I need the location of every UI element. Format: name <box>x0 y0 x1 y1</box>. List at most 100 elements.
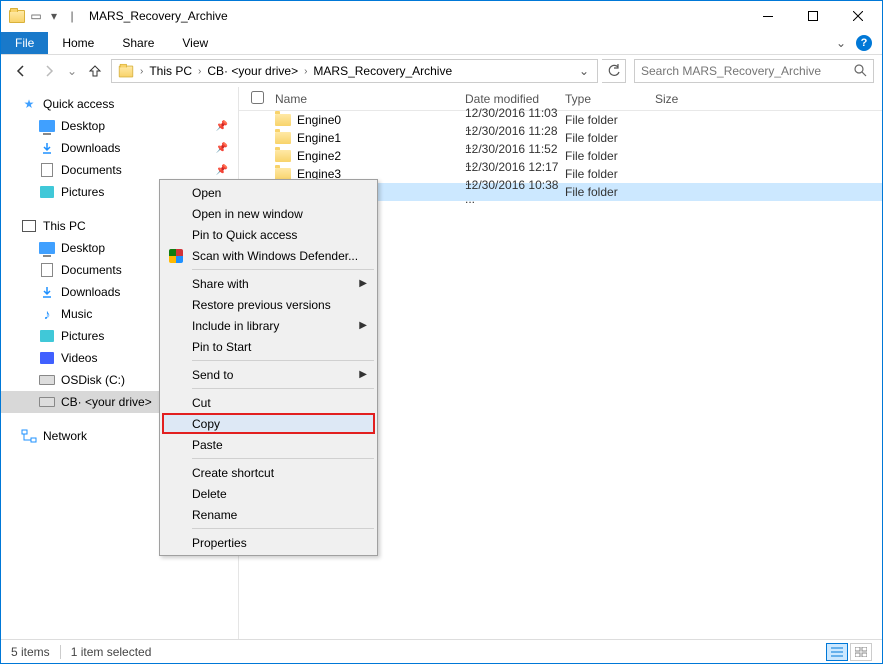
desktop-icon <box>39 240 55 256</box>
folder-icon <box>275 114 291 126</box>
cm-paste[interactable]: Paste <box>162 434 375 455</box>
documents-icon <box>39 262 55 278</box>
chevron-right-icon: ▶ <box>359 369 367 380</box>
pc-icon <box>21 218 37 234</box>
star-icon: ★ <box>21 96 37 112</box>
cm-share-with[interactable]: Share with▶ <box>162 273 375 294</box>
search-input[interactable] <box>641 64 853 78</box>
crumb-root-icon[interactable] <box>114 60 138 82</box>
cm-open-new-window[interactable]: Open in new window <box>162 203 375 224</box>
up-button[interactable] <box>83 59 107 83</box>
file-name: Engine0 <box>297 113 341 127</box>
address-dropdown-icon[interactable]: ⌄ <box>573 64 595 78</box>
chevron-right-icon: ▶ <box>359 278 367 289</box>
maximize-button[interactable] <box>790 2 835 30</box>
forward-button[interactable] <box>37 59 61 83</box>
window-folder-icon <box>9 10 25 23</box>
col-header-type[interactable]: Type <box>565 92 655 106</box>
file-type: File folder <box>565 149 655 163</box>
cm-separator <box>192 269 374 270</box>
help-icon[interactable]: ? <box>856 35 872 51</box>
file-type: File folder <box>565 185 655 199</box>
cm-create-shortcut[interactable]: Create shortcut <box>162 462 375 483</box>
cm-scan-defender[interactable]: Scan with Windows Defender... <box>162 245 375 266</box>
chevron-right-icon[interactable]: › <box>302 66 309 77</box>
desktop-icon <box>39 118 55 134</box>
status-separator <box>60 645 61 659</box>
downloads-icon <box>39 140 55 156</box>
chevron-right-icon[interactable]: › <box>138 66 145 77</box>
window-title: MARS_Recovery_Archive <box>89 9 228 23</box>
file-name: Engine1 <box>297 131 341 145</box>
cm-pin-start[interactable]: Pin to Start <box>162 336 375 357</box>
file-name: Engine2 <box>297 149 341 163</box>
qat-properties-icon[interactable]: ▭ <box>29 9 43 23</box>
music-icon: ♪ <box>39 306 55 322</box>
sidebar-item-documents[interactable]: Documents 📌 <box>1 159 238 181</box>
cm-rename[interactable]: Rename <box>162 504 375 525</box>
videos-icon <box>39 350 55 366</box>
back-button[interactable] <box>9 59 33 83</box>
sidebar-quick-access[interactable]: ★ Quick access <box>1 93 238 115</box>
status-selected-count: 1 item selected <box>71 645 152 659</box>
navigation-row: ⌄ › This PC › CB· <your drive> › MARS_Re… <box>1 55 882 87</box>
col-header-name[interactable]: Name <box>275 92 465 106</box>
crumb-this-pc[interactable]: This PC <box>145 60 196 82</box>
qat-separator: | <box>65 9 79 23</box>
defender-icon <box>168 248 184 264</box>
cm-separator <box>192 388 374 389</box>
drive-icon <box>39 394 55 410</box>
cm-delete[interactable]: Delete <box>162 483 375 504</box>
crumb-drive[interactable]: CB· <your drive> <box>203 60 302 82</box>
qat-newfolder-icon[interactable]: ▾ <box>47 9 61 23</box>
file-date: 12/30/2016 10:38 ... <box>465 178 565 206</box>
tab-share[interactable]: Share <box>108 32 168 54</box>
pictures-icon <box>39 184 55 200</box>
chevron-right-icon: ▶ <box>359 320 367 331</box>
file-type: File folder <box>565 131 655 145</box>
cm-restore-previous[interactable]: Restore previous versions <box>162 294 375 315</box>
minimize-button[interactable] <box>745 2 790 30</box>
file-type: File folder <box>565 113 655 127</box>
select-all-checkbox[interactable] <box>251 91 264 104</box>
view-thumbnails-button[interactable] <box>850 643 872 661</box>
sidebar-item-downloads[interactable]: Downloads 📌 <box>1 137 238 159</box>
cm-copy[interactable]: Copy <box>162 413 375 434</box>
tab-view[interactable]: View <box>168 32 222 54</box>
cm-cut[interactable]: Cut <box>162 392 375 413</box>
downloads-icon <box>39 284 55 300</box>
file-type: File folder <box>565 167 655 181</box>
drive-icon <box>39 372 55 388</box>
documents-icon <box>39 162 55 178</box>
refresh-button[interactable] <box>602 59 626 83</box>
pictures-icon <box>39 328 55 344</box>
search-box[interactable] <box>634 59 874 83</box>
pin-icon: 📌 <box>216 121 228 132</box>
folder-icon <box>275 150 291 162</box>
context-menu: Open Open in new window Pin to Quick acc… <box>159 179 378 556</box>
status-item-count: 5 items <box>11 645 50 659</box>
crumb-current[interactable]: MARS_Recovery_Archive <box>309 60 456 82</box>
col-header-size[interactable]: Size <box>655 92 715 106</box>
cm-pin-quick-access[interactable]: Pin to Quick access <box>162 224 375 245</box>
ribbon: File Home Share View ⌄ ? <box>1 31 882 55</box>
cm-properties[interactable]: Properties <box>162 532 375 553</box>
cm-include-library[interactable]: Include in library▶ <box>162 315 375 336</box>
sidebar-item-desktop[interactable]: Desktop 📌 <box>1 115 238 137</box>
tab-home[interactable]: Home <box>48 32 108 54</box>
cm-send-to[interactable]: Send to▶ <box>162 364 375 385</box>
status-bar: 5 items 1 item selected <box>1 639 882 663</box>
address-bar[interactable]: › This PC › CB· <your drive> › MARS_Reco… <box>111 59 598 83</box>
folder-icon <box>275 132 291 144</box>
chevron-right-icon[interactable]: › <box>196 66 203 77</box>
close-button[interactable] <box>835 2 880 30</box>
view-details-button[interactable] <box>826 643 848 661</box>
cm-open[interactable]: Open <box>162 182 375 203</box>
tab-file[interactable]: File <box>1 32 48 54</box>
search-icon[interactable] <box>853 63 867 80</box>
pin-icon: 📌 <box>216 143 228 154</box>
recent-dropdown-icon[interactable]: ⌄ <box>65 59 79 83</box>
col-header-date[interactable]: Date modified <box>465 92 565 106</box>
network-icon <box>21 428 37 444</box>
ribbon-expand-icon[interactable]: ⌄ <box>836 36 846 50</box>
